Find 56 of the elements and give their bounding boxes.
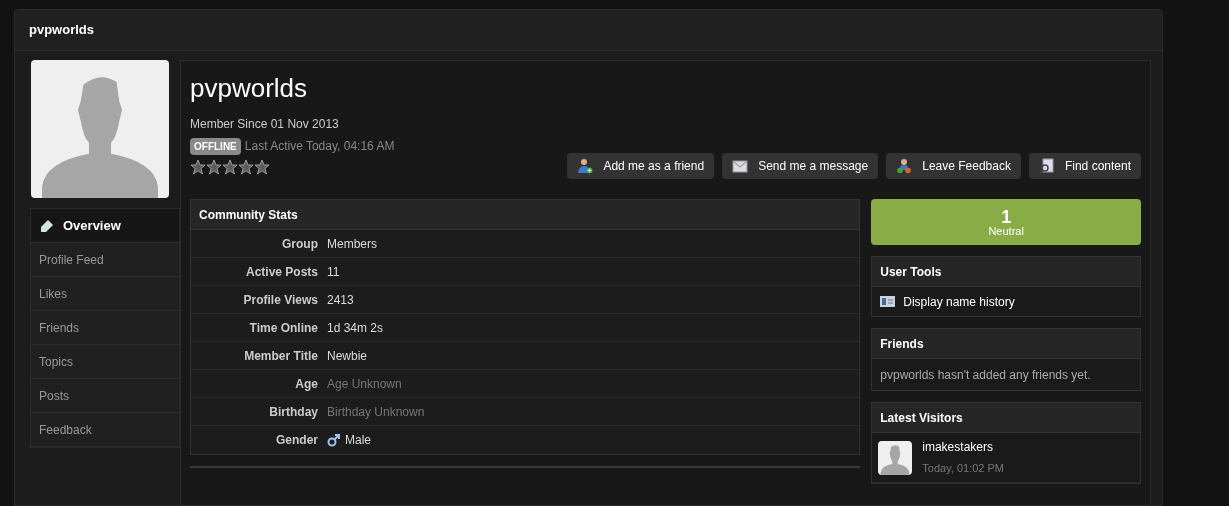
visit-time: Today, 01:02 PM: [922, 461, 1004, 477]
star-icon: [206, 159, 222, 175]
male-symbol-icon: [327, 433, 341, 447]
envelope-icon: [732, 158, 749, 174]
stat-label: Birthday: [268, 403, 318, 421]
status-badge: OFFLINE: [190, 137, 241, 155]
tag-icon: [39, 217, 55, 234]
stat-value: Birthday Unknown: [327, 403, 425, 421]
nav-item[interactable]: Feedback: [31, 413, 179, 447]
nav-item[interactable]: Posts: [31, 379, 179, 413]
reputation-count: 1: [1001, 207, 1012, 226]
id-card-icon: [880, 296, 896, 307]
stat-label: Member Title: [243, 347, 318, 365]
stat-label: Gender: [275, 432, 318, 449]
star-rating[interactable]: [190, 159, 270, 175]
stat-label: Age: [294, 375, 318, 393]
page-title: pvpworlds: [29, 21, 94, 40]
star-icon: [222, 159, 238, 175]
stat-value: Age Unknown: [327, 375, 402, 393]
star-icon: [238, 159, 254, 175]
person-plus-icon: [577, 158, 594, 174]
nav-item[interactable]: Profile Feed: [31, 243, 179, 277]
stat-label: Profile Views: [242, 291, 318, 309]
visitor-name[interactable]: imakestakers: [922, 438, 1004, 457]
people-icon: [896, 158, 913, 174]
stat-label: Time Online: [248, 319, 318, 337]
action-button[interactable]: Find content: [1028, 153, 1141, 179]
action-button[interactable]: Leave Feedback: [886, 153, 1021, 179]
stat-value: Newbie: [327, 347, 368, 365]
nav-item[interactable]: Likes: [31, 277, 179, 311]
box-header: User Tools: [872, 257, 1140, 287]
last-active: Last Active Today, 04:16 AM: [244, 138, 395, 155]
stat-label: Group: [281, 235, 318, 253]
stat-value: Male: [345, 432, 371, 449]
stats-header: Community Stats: [191, 200, 860, 230]
action-button[interactable]: Send me a message: [722, 153, 879, 179]
magnifier-page-icon: [1038, 158, 1055, 174]
profile-name: pvpworlds: [190, 72, 309, 105]
nav-item[interactable]: Topics: [31, 345, 179, 379]
stat-label: Active Posts: [244, 263, 318, 281]
nav-item[interactable]: Overview: [31, 209, 179, 243]
box-header: Friends: [872, 329, 1140, 359]
nav-item[interactable]: Friends: [31, 311, 179, 345]
star-icon: [254, 159, 270, 175]
friends-message: pvpworlds hasn't added any friends yet.: [880, 366, 1091, 384]
star-icon: [190, 159, 206, 175]
reputation-label: Neutral: [988, 225, 1024, 237]
stat-value: Members: [327, 235, 377, 253]
box-header: Latest Visitors: [872, 403, 1140, 433]
action-button[interactable]: Add me as a friend: [567, 153, 715, 179]
stat-value: 11: [327, 263, 340, 281]
member-since: Member Since 01 Nov 2013: [190, 116, 340, 133]
stat-value: 1d 34m 2s: [327, 319, 384, 337]
visitor-avatar-placeholder: [878, 440, 913, 475]
stat-value: 2413: [327, 291, 354, 309]
tool-link[interactable]: Display name history: [903, 292, 1015, 311]
